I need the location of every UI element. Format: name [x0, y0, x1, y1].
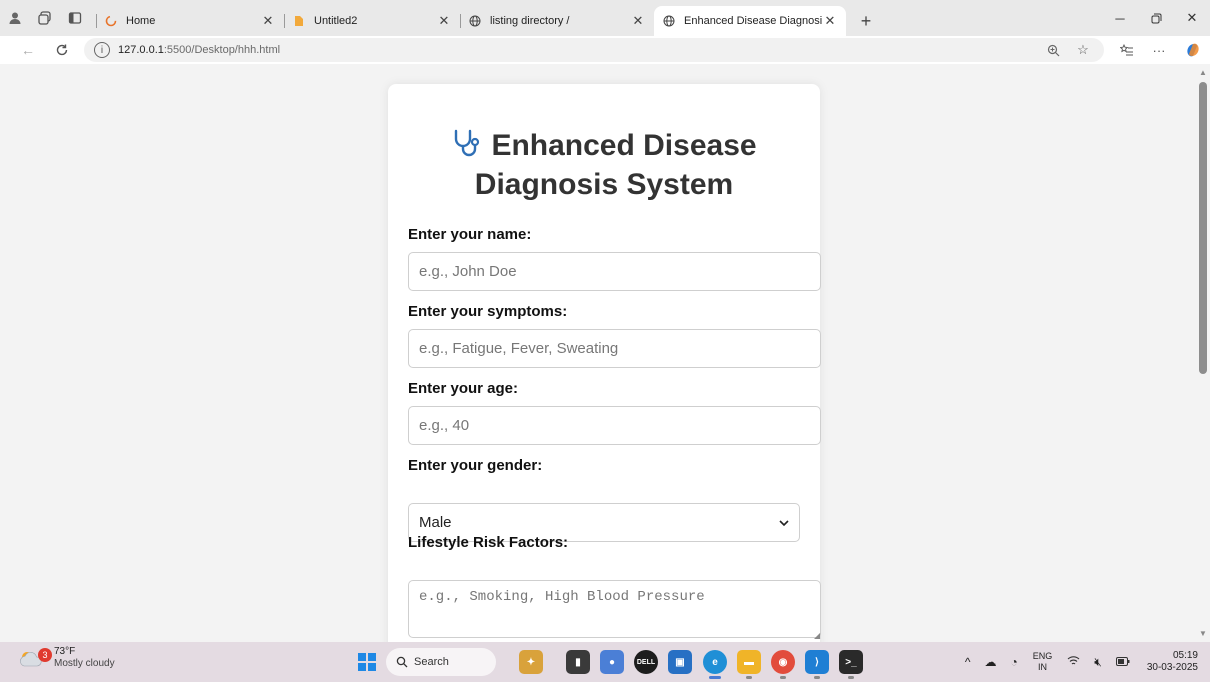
- page-scrollbar[interactable]: ▲ ▼: [1196, 64, 1210, 642]
- windows-taskbar: 3 73°F Mostly cloudy Search ✦ ▮ ● DELL ▣…: [0, 642, 1210, 682]
- scroll-down-arrow-icon[interactable]: ▼: [1199, 629, 1207, 638]
- site-info-icon[interactable]: i: [94, 42, 110, 58]
- close-icon[interactable]: ✕: [822, 13, 838, 29]
- address-bar[interactable]: i 127.0.0.1:5500/Desktop/hhh.html: [84, 38, 1104, 62]
- onedrive-cloud-icon[interactable]: ☁: [985, 655, 997, 669]
- globe-icon: [468, 14, 482, 28]
- stethoscope-icon: [451, 128, 483, 167]
- zoom-icon[interactable]: [1040, 36, 1066, 64]
- search-label: Search: [414, 656, 449, 668]
- gender-selected-value: Male: [419, 514, 452, 531]
- scroll-up-arrow-icon[interactable]: ▲: [1199, 68, 1207, 77]
- cloud-icon: 3: [18, 648, 52, 668]
- tab-home[interactable]: Home ✕: [96, 6, 284, 36]
- refresh-icon[interactable]: [48, 36, 76, 64]
- weather-widget[interactable]: 3 73°F Mostly cloudy: [18, 646, 115, 670]
- age-label: Enter your age:: [408, 380, 519, 397]
- url-path: :5500/Desktop/hhh.html: [163, 44, 281, 56]
- dell-app-icon[interactable]: DELL: [634, 650, 658, 674]
- file-explorer-icon[interactable]: ▬: [737, 650, 761, 679]
- weather-condition: Mostly cloudy: [54, 658, 115, 669]
- chrome-browser-icon[interactable]: ◉: [771, 650, 795, 679]
- battery-icon[interactable]: [1115, 655, 1130, 669]
- resize-grip-icon[interactable]: ◢: [814, 631, 820, 640]
- scrollbar-thumb[interactable]: [1199, 82, 1207, 374]
- close-icon[interactable]: ✕: [630, 13, 646, 29]
- lang-primary: ENG: [1032, 651, 1053, 661]
- copilot-icon[interactable]: [1180, 36, 1206, 64]
- back-arrow-icon[interactable]: ←: [14, 36, 42, 64]
- close-icon[interactable]: ✕: [436, 13, 452, 29]
- browser-tab-strip: Home ✕ Untitled2 ✕ listing directory / ✕…: [0, 0, 1210, 36]
- loading-ring-icon: [104, 14, 118, 28]
- name-label: Enter your name:: [408, 226, 532, 243]
- symptoms-input[interactable]: [408, 329, 821, 368]
- search-icon: [396, 656, 408, 668]
- favorites-list-icon[interactable]: [1114, 36, 1140, 64]
- workspaces-icon[interactable]: [30, 0, 60, 36]
- page-viewport: Enhanced Disease Diagnosis System Enter …: [0, 64, 1196, 642]
- gender-label: Enter your gender:: [408, 457, 543, 474]
- favorite-star-icon[interactable]: ☆: [1070, 36, 1096, 64]
- language-indicator[interactable]: ENG IN: [1033, 651, 1053, 673]
- url-host: 127.0.0.1: [118, 44, 164, 56]
- chevron-up-icon[interactable]: ^: [965, 655, 971, 669]
- title-text: Enhanced Disease Diagnosis System: [474, 129, 757, 201]
- page-title: Enhanced Disease Diagnosis System: [388, 128, 820, 203]
- volume-muted-icon[interactable]: 🔇︎: [1094, 655, 1102, 670]
- profile-icon[interactable]: [0, 0, 30, 36]
- terminal-icon[interactable]: >_: [839, 650, 863, 679]
- window-close-icon[interactable]: ✕: [1172, 0, 1210, 36]
- age-input[interactable]: [408, 406, 821, 445]
- tab-untitled2[interactable]: Untitled2 ✕: [284, 6, 460, 36]
- chevron-down-icon: [779, 516, 789, 530]
- system-tray: ^ ☁ ◔ ENG IN 🔇︎ 05:19 30-03-2025: [958, 642, 1198, 682]
- weather-temp: 73°F: [54, 646, 76, 657]
- clock[interactable]: 05:19 30-03-2025: [1147, 650, 1198, 674]
- tab-actions-icon[interactable]: [60, 0, 90, 36]
- tab-enhanced-disease-diagnosis[interactable]: Enhanced Disease Diagnosis Syst ✕: [654, 6, 846, 36]
- copilot-app-icon[interactable]: ✦: [519, 650, 543, 674]
- wifi-icon[interactable]: [1067, 655, 1080, 669]
- name-input[interactable]: [408, 252, 821, 291]
- edge-browser-icon[interactable]: e: [703, 650, 727, 679]
- tab-label: Enhanced Disease Diagnosis Syst: [684, 15, 822, 27]
- tab-label: Untitled2: [314, 15, 358, 27]
- close-icon[interactable]: ✕: [260, 13, 276, 29]
- vscode-icon[interactable]: ⟩: [805, 650, 829, 679]
- lifestyle-label: Lifestyle Risk Factors:: [408, 534, 569, 551]
- minimize-icon[interactable]: ─: [1100, 0, 1140, 36]
- clock-time: 05:19: [1172, 650, 1198, 661]
- globe-icon: [662, 14, 676, 28]
- clock-date: 30-03-2025: [1146, 662, 1198, 673]
- task-view-icon[interactable]: ▮: [566, 650, 590, 674]
- new-tab-button[interactable]: +: [852, 7, 880, 35]
- copilot-tray-icon[interactable]: ◔: [1011, 655, 1018, 669]
- restore-icon[interactable]: [1136, 0, 1176, 36]
- windows-start-icon[interactable]: [358, 653, 376, 671]
- lang-secondary: IN: [1038, 662, 1048, 672]
- browser-toolbar: ← i 127.0.0.1:5500/Desktop/hhh.html ☆ ··…: [0, 36, 1210, 64]
- weather-badge: 3: [38, 648, 52, 662]
- diagnosis-form-card: Enhanced Disease Diagnosis System Enter …: [388, 84, 821, 642]
- symptoms-label: Enter your symptoms:: [408, 303, 568, 320]
- tab-label: Home: [126, 15, 156, 27]
- more-menu-icon[interactable]: ···: [1146, 36, 1172, 64]
- colorful-app-icon[interactable]: ●: [600, 650, 624, 674]
- document-icon: [292, 14, 306, 28]
- taskbar-search[interactable]: Search: [386, 648, 496, 676]
- tab-label: listing directory /: [490, 15, 570, 27]
- lifestyle-textarea[interactable]: [408, 580, 821, 638]
- tab-listing-directory[interactable]: listing directory / ✕: [460, 6, 654, 36]
- store-app-icon[interactable]: ▣: [668, 650, 692, 674]
